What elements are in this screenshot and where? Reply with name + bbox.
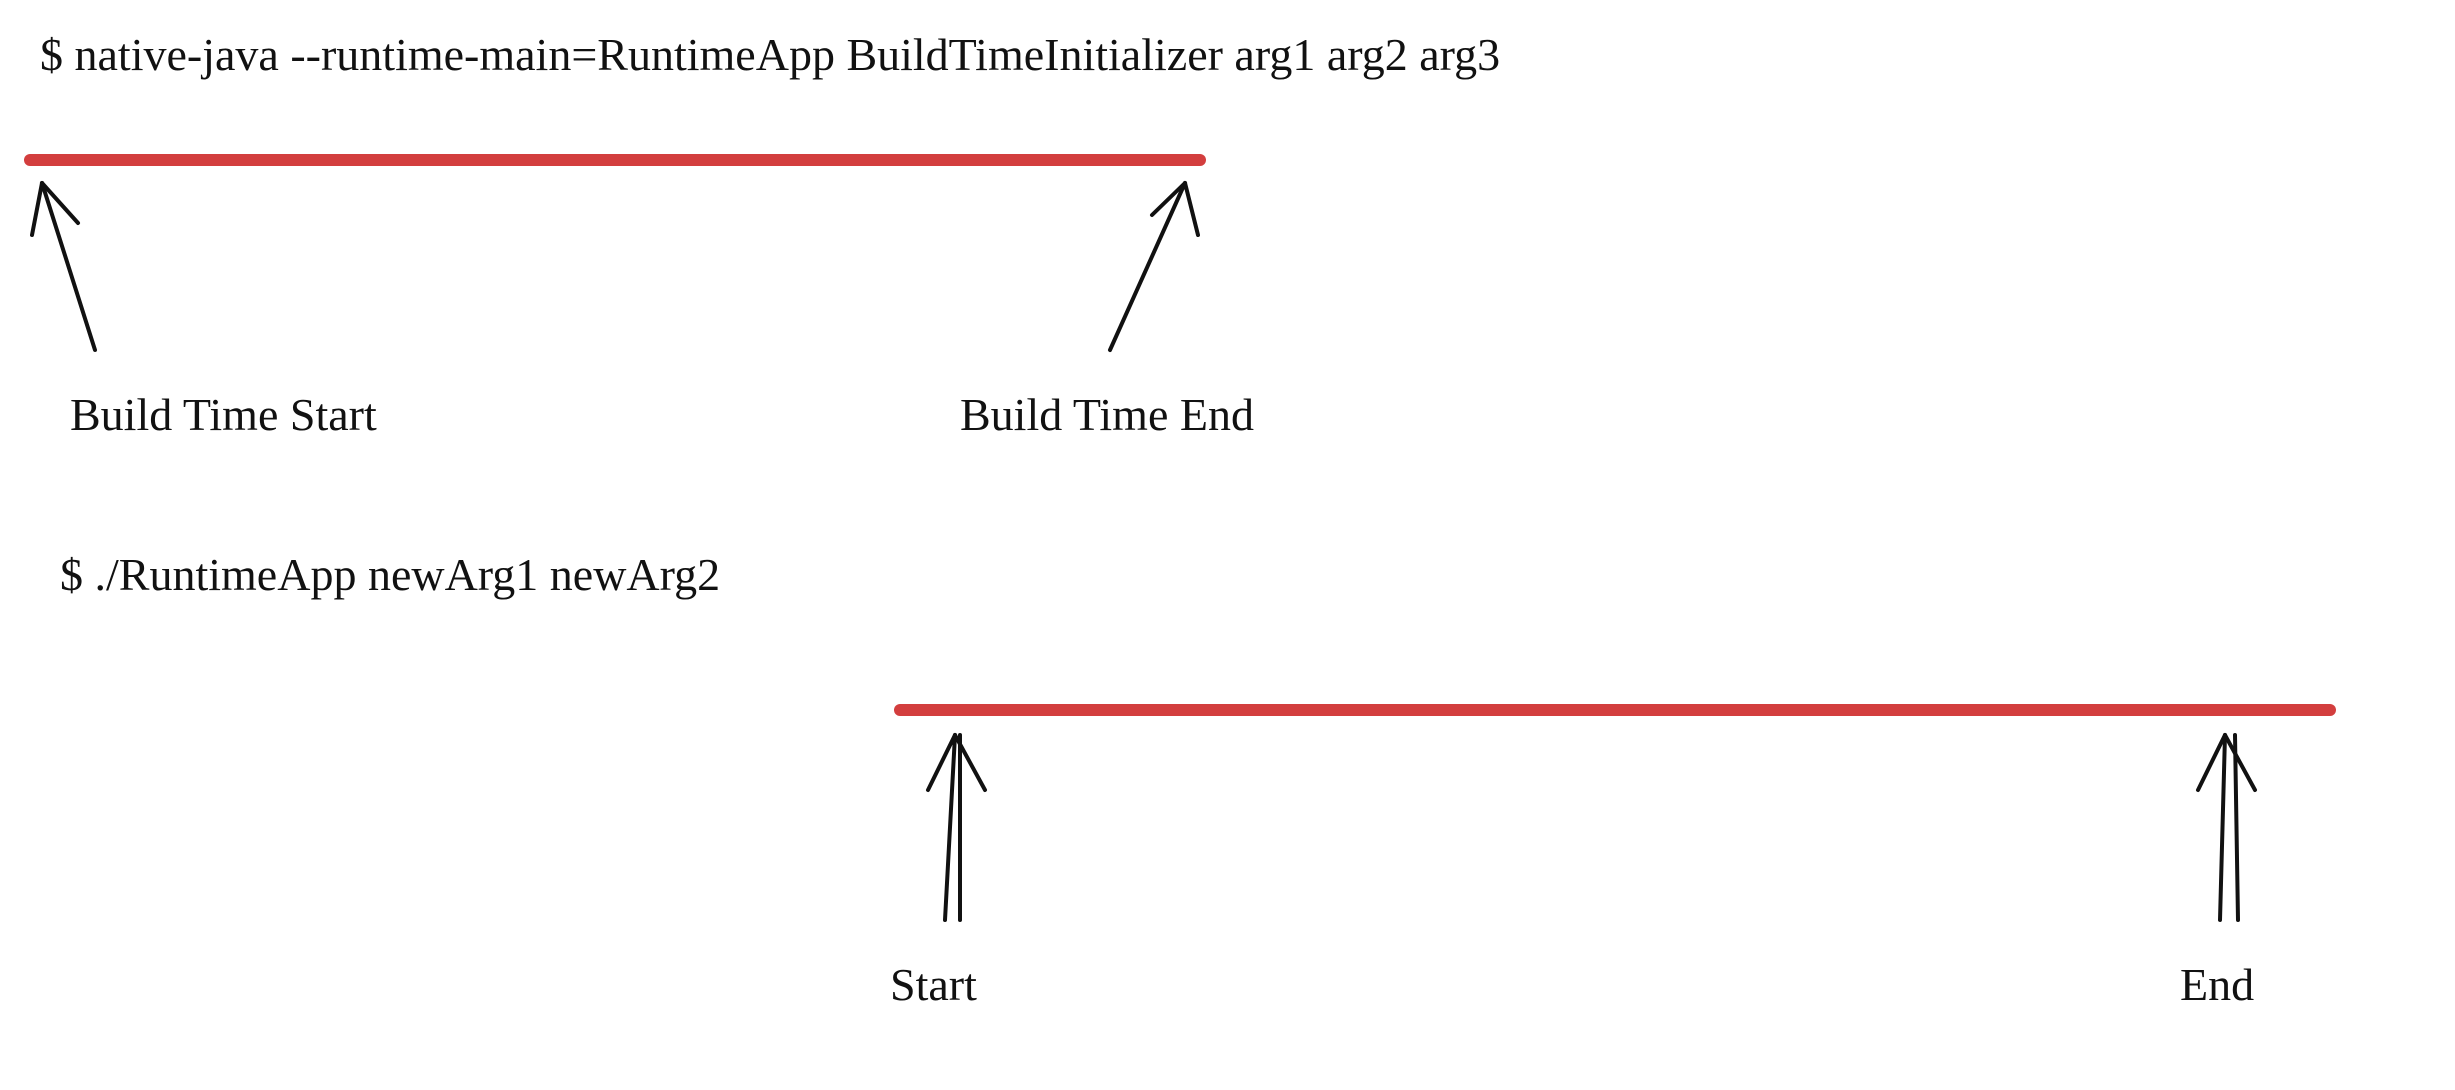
run-command: $ ./RuntimeApp newArg1 newArg2 (60, 549, 720, 600)
arrow-run-end (2198, 735, 2255, 920)
build-start-label: Build Time Start (70, 389, 377, 440)
timeline-diagram: $ native-java --runtime-main=RuntimeApp … (0, 0, 2455, 1090)
run-start-label: Start (890, 959, 977, 1010)
build-command: $ native-java --runtime-main=RuntimeApp … (40, 29, 1500, 80)
arrow-build-start (32, 183, 95, 350)
run-end-label: End (2180, 959, 2254, 1010)
arrow-run-start (928, 735, 985, 920)
arrow-build-end (1110, 183, 1198, 350)
build-end-label: Build Time End (960, 389, 1254, 440)
